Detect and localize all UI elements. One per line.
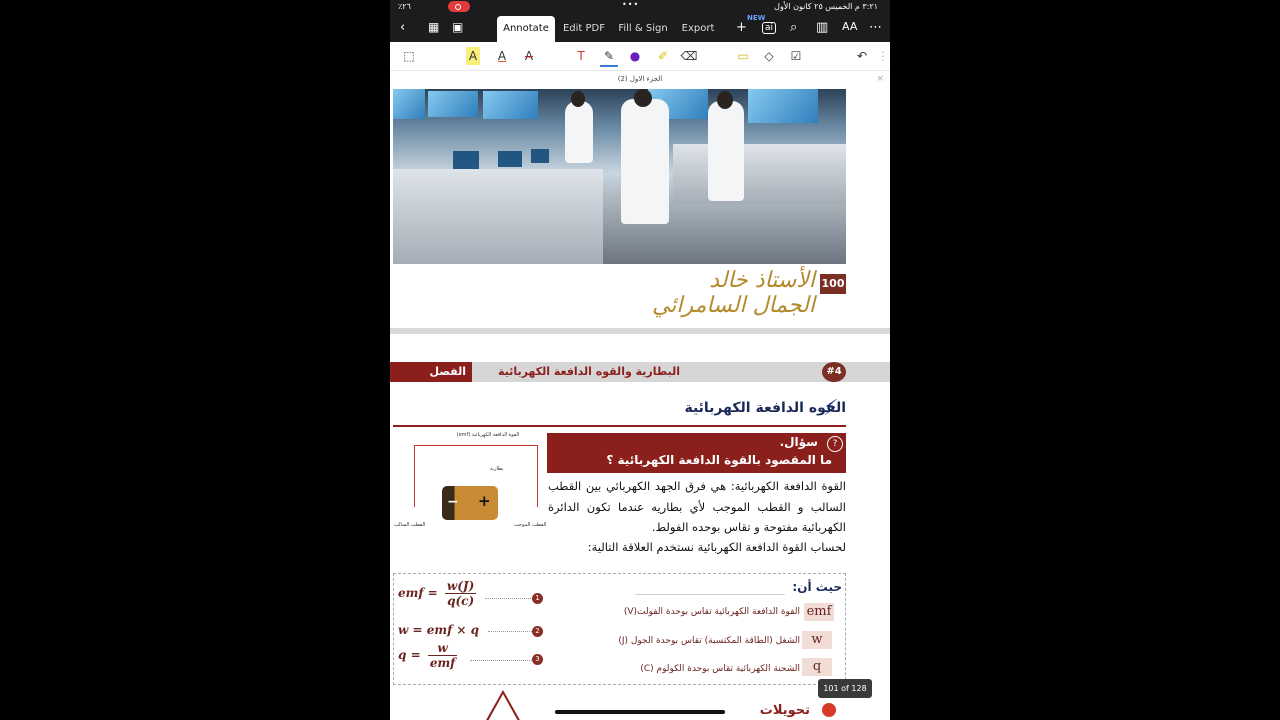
book-icon[interactable]: ▥ <box>816 20 828 35</box>
symbol-w: w <box>802 631 832 649</box>
conversions-title: تحويلات <box>759 703 810 718</box>
triangle-diagram <box>485 690 521 720</box>
stamp-icon[interactable]: ☑ <box>787 47 805 65</box>
formula-charge: q = w emf <box>398 641 458 670</box>
highlight-icon[interactable]: A <box>466 47 480 65</box>
back-chevron-icon[interactable]: ‹ <box>400 20 405 35</box>
doc-title: الجزء الاول (2) <box>617 75 663 83</box>
symbol-q: q <box>802 658 832 676</box>
scientist <box>708 101 744 201</box>
question-icon: ? <box>827 436 843 452</box>
status-time: ٣:٢١ م الخميس ٢٥ كانون الأول <box>774 2 878 11</box>
scientist <box>621 99 669 224</box>
select-icon[interactable]: ⬚ <box>400 47 418 65</box>
lab-monitor <box>531 149 549 163</box>
search-icon[interactable]: ⌕ <box>790 20 797 35</box>
top-nav: ‹ ▦ ▣ Annotate Edit PDF Fill & Sign Expo… <box>390 14 890 42</box>
chapter-header: الفصل الرابع البطارية والقوه الدافعة الك… <box>390 362 890 398</box>
dotted-leader <box>470 660 532 661</box>
scientist-head <box>571 91 585 107</box>
tab-annotate[interactable]: Annotate <box>497 16 555 42</box>
present-icon[interactable]: ▣ <box>452 20 463 34</box>
formula-number: 2 <box>532 626 543 637</box>
status-bar: ٪٢٦ ••• ٣:٢١ م الخميس ٢٥ كانون الأول <box>390 0 890 14</box>
negative-pole-label: القطب السالب <box>394 522 426 528</box>
underline-icon[interactable]: A <box>493 47 511 65</box>
positive-pole-label: القطب الموجب <box>514 522 547 528</box>
marker-icon[interactable]: ✐ <box>654 47 672 65</box>
lab-monitor <box>498 151 522 167</box>
page-indicator[interactable]: 101 of 128 <box>818 679 872 698</box>
chapter-label: الفصل الرابع <box>390 362 472 398</box>
screen-record-icon[interactable] <box>448 1 470 12</box>
formula-intro: لحساب القوة الدافعة الكهربائية نستخدم ال… <box>587 540 846 554</box>
tab-edit-pdf[interactable]: Edit PDF <box>560 16 608 42</box>
page-number: 100 <box>820 274 846 294</box>
dotted-leader <box>488 631 532 632</box>
lab-counter <box>673 144 846 204</box>
lab-monitor <box>453 151 479 169</box>
pen-icon[interactable]: ✎ <box>600 47 618 67</box>
comment-icon[interactable]: ▭ <box>734 47 752 65</box>
battery-icon: − + <box>442 486 498 520</box>
lab-screen <box>393 89 425 119</box>
scientist-head <box>634 89 652 107</box>
formula-number: 1 <box>532 593 543 604</box>
where-label: حيث أن: <box>792 580 842 594</box>
definition-w: الشغل (الطاقة المكتسبة) تقاس بوحدة الجول… <box>618 636 800 646</box>
color-dot-icon[interactable]: ● <box>626 47 644 65</box>
chapter-number: #4 <box>822 362 846 382</box>
close-icon[interactable]: × <box>876 71 884 87</box>
sun-icon <box>822 703 836 717</box>
author-logo: الأستاذ خالد الجمال السامرائي <box>651 268 815 318</box>
wave-divider: ﹏﹏﹏﹏﹏﹏﹏﹏﹏﹏﹏﹏﹏﹏﹏﹏﹏﹏﹏﹏ <box>635 587 785 596</box>
page-divider <box>390 328 890 334</box>
definition-q: الشحنة الكهربائية تقاس بوحدة الكولوم (C) <box>640 664 800 674</box>
scientist <box>565 101 593 163</box>
page-scrubber[interactable] <box>555 710 725 714</box>
grid-icon[interactable]: ▦ <box>428 20 439 34</box>
lab-screen <box>483 91 538 119</box>
section-title: القوه الدافعة الكهربائية <box>684 400 846 416</box>
lab-photo <box>393 89 846 264</box>
text-size-icon[interactable]: AA <box>842 20 857 33</box>
textbox-icon[interactable]: T <box>572 47 590 65</box>
multitask-dots-icon[interactable]: ••• <box>622 0 639 9</box>
battery-label: بطارية <box>490 466 504 472</box>
toolbar-handle-icon[interactable]: ⋮ <box>874 47 890 65</box>
more-icon[interactable]: ⋯ <box>869 20 882 35</box>
diagram-title: القوة الدافعة الكهربائية (emf) <box>456 432 520 438</box>
answer-paragraph: القوة الدافعة الكهربائية: هي فرق الجهد ا… <box>548 479 846 534</box>
tab-fill-sign[interactable]: Fill & Sign <box>618 16 668 42</box>
ipad-screen: ٪٢٦ ••• ٣:٢١ م الخميس ٢٥ كانون الأول ‹ ▦… <box>390 0 890 720</box>
strikethrough-icon[interactable]: A <box>520 47 538 65</box>
lab-counter <box>393 169 603 264</box>
battery-diagram: القوة الدافعة الكهربائية (emf) بطارية − … <box>394 430 550 540</box>
eraser-icon[interactable]: ⌫ <box>680 47 698 65</box>
question-label: سؤال. <box>779 435 818 449</box>
section-rule <box>393 425 846 427</box>
scientist-head <box>717 91 733 109</box>
ai-icon[interactable]: ai <box>762 22 777 34</box>
tab-export[interactable]: Export <box>678 16 718 42</box>
question-box: ? سؤال. ما المقصود بالقوة الدافعة الكهرب… <box>547 433 846 473</box>
chapter-subtitle: البطارية والقوه الدافعة الكهربائية <box>498 365 680 378</box>
symbol-emf: emf <box>804 603 834 621</box>
add-icon[interactable]: + <box>736 20 747 35</box>
lab-screen <box>748 89 818 123</box>
lab-screen <box>428 91 478 117</box>
shapes-icon[interactable]: ◇ <box>760 47 778 65</box>
formula-number: 3 <box>532 654 543 665</box>
formula-emf: emf = w(J) q(c) <box>398 579 477 608</box>
annotate-toolbar: ⬚ A A A T ✎ ● ✐ ⌫ ▭ ◇ ☑ ↶ ⋮ <box>390 42 890 71</box>
new-badge: NEW <box>747 14 766 22</box>
dotted-leader <box>485 598 533 599</box>
undo-icon[interactable]: ↶ <box>853 47 871 65</box>
doc-title-bar: الجزء الاول (2) × <box>390 71 890 87</box>
question-text: ما المقصود بالقوة الدافعة الكهربائية ؟ <box>606 453 832 467</box>
definition-emf: القوة الدافعة الكهربائية تقاس بوحدة الفو… <box>623 607 800 617</box>
battery-indicator: ٪٢٦ <box>398 2 411 11</box>
formula-work: w = emf × q <box>398 623 480 637</box>
